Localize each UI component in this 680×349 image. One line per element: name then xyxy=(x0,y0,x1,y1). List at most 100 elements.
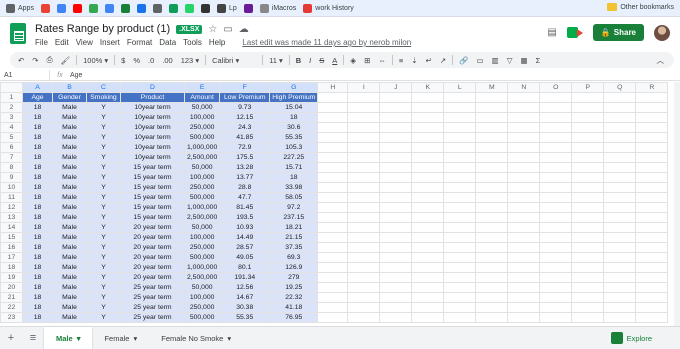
column-header[interactable]: K xyxy=(411,82,445,93)
cell[interactable]: High Premium xyxy=(269,92,319,103)
link-icon[interactable]: 🔗 xyxy=(457,56,470,65)
cell[interactable] xyxy=(539,172,573,183)
cell[interactable]: 10year term xyxy=(120,102,185,113)
cell[interactable] xyxy=(411,152,445,163)
cell[interactable] xyxy=(539,292,573,303)
cell[interactable] xyxy=(571,292,605,303)
vertical-scrollbar[interactable] xyxy=(674,82,680,326)
cell[interactable]: Y xyxy=(86,132,121,143)
cell[interactable]: 50,000 xyxy=(183,222,221,233)
cell[interactable]: 18 xyxy=(22,222,53,233)
cell[interactable] xyxy=(475,122,509,133)
cell[interactable] xyxy=(571,192,605,203)
cell[interactable] xyxy=(443,202,477,213)
cell[interactable] xyxy=(635,272,669,283)
doc-title[interactable]: Rates Range by product (1) xyxy=(35,23,170,35)
cell[interactable] xyxy=(507,232,541,243)
cell[interactable]: Age xyxy=(22,92,53,103)
cell[interactable] xyxy=(507,102,541,113)
cell[interactable] xyxy=(443,172,477,183)
cell[interactable]: Y xyxy=(86,172,121,183)
cell[interactable]: Male xyxy=(52,232,87,243)
cell[interactable] xyxy=(347,272,381,283)
cell[interactable] xyxy=(317,232,349,243)
fill-color-icon[interactable]: ◈ xyxy=(348,56,358,65)
row-header[interactable]: 22 xyxy=(0,302,23,313)
cell[interactable] xyxy=(475,192,509,203)
bookmark-3[interactable] xyxy=(72,3,82,13)
text-color-icon[interactable]: A xyxy=(330,56,339,65)
row-header[interactable]: 3 xyxy=(0,112,23,123)
cell[interactable]: Male xyxy=(52,292,87,303)
column-header[interactable]: P xyxy=(571,82,605,93)
cell[interactable] xyxy=(507,272,541,283)
cell[interactable]: 30.6 xyxy=(269,122,319,133)
cell[interactable]: Y xyxy=(86,202,121,213)
cell[interactable] xyxy=(379,232,413,243)
cell[interactable] xyxy=(603,112,637,123)
cell[interactable]: 2,500,000 xyxy=(183,152,221,163)
cell[interactable]: 175.5 xyxy=(219,152,271,163)
column-header[interactable]: G xyxy=(269,82,319,93)
row-header[interactable]: 20 xyxy=(0,282,23,293)
cell[interactable] xyxy=(317,292,349,303)
borders-icon[interactable]: ⊞ xyxy=(362,56,372,65)
cell[interactable]: 10year term xyxy=(120,152,185,163)
cell[interactable]: 20 year term xyxy=(120,222,185,233)
cell[interactable]: Y xyxy=(86,252,121,263)
cell[interactable] xyxy=(507,262,541,273)
cell[interactable] xyxy=(347,292,381,303)
cell[interactable]: 41.18 xyxy=(269,302,319,313)
row-header[interactable]: 13 xyxy=(0,212,23,223)
column-header[interactable]: M xyxy=(475,82,509,93)
column-header[interactable]: O xyxy=(539,82,573,93)
cell[interactable] xyxy=(347,232,381,243)
cell[interactable]: Male xyxy=(52,112,87,123)
cell[interactable] xyxy=(571,122,605,133)
cell[interactable]: 18 xyxy=(22,232,53,243)
bookmark-12[interactable]: Lp xyxy=(216,3,237,13)
cell[interactable] xyxy=(379,212,413,223)
cell[interactable] xyxy=(317,312,349,323)
cell[interactable] xyxy=(411,272,445,283)
cell[interactable]: Y xyxy=(86,182,121,193)
cell[interactable]: 18 xyxy=(22,132,53,143)
cell[interactable] xyxy=(443,112,477,123)
cell[interactable] xyxy=(507,152,541,163)
cell[interactable]: Male xyxy=(52,302,87,313)
cell[interactable]: 15 year term xyxy=(120,182,185,193)
cell[interactable] xyxy=(539,192,573,203)
cell[interactable] xyxy=(475,282,509,293)
cell[interactable] xyxy=(475,242,509,253)
cell[interactable]: Male xyxy=(52,132,87,143)
name-box[interactable]: A1 xyxy=(0,70,50,80)
cell[interactable]: 18 xyxy=(22,202,53,213)
cell[interactable] xyxy=(539,92,573,103)
cell[interactable] xyxy=(347,102,381,113)
cell[interactable] xyxy=(635,162,669,173)
cell[interactable] xyxy=(317,102,349,113)
cell[interactable] xyxy=(317,272,349,283)
cell[interactable] xyxy=(635,252,669,263)
cell[interactable]: 18 xyxy=(22,192,53,203)
cell[interactable] xyxy=(317,282,349,293)
cell[interactable]: 18 xyxy=(22,302,53,313)
cell[interactable] xyxy=(475,152,509,163)
bookmark-13[interactable] xyxy=(243,3,253,13)
cell[interactable] xyxy=(411,102,445,113)
row-header[interactable]: 4 xyxy=(0,122,23,133)
cell[interactable] xyxy=(571,182,605,193)
cell[interactable] xyxy=(603,252,637,263)
cell[interactable] xyxy=(443,192,477,203)
cell[interactable] xyxy=(443,312,477,323)
cell[interactable] xyxy=(539,132,573,143)
cell[interactable]: 55.35 xyxy=(219,312,271,323)
cell[interactable]: Y xyxy=(86,142,121,153)
percent-button[interactable]: % xyxy=(131,56,142,65)
row-header[interactable]: 23 xyxy=(0,312,23,323)
cell[interactable]: 18 xyxy=(269,172,319,183)
cell[interactable] xyxy=(475,182,509,193)
cell[interactable] xyxy=(379,102,413,113)
cell[interactable] xyxy=(475,312,509,323)
cell[interactable]: 49.05 xyxy=(219,252,271,263)
